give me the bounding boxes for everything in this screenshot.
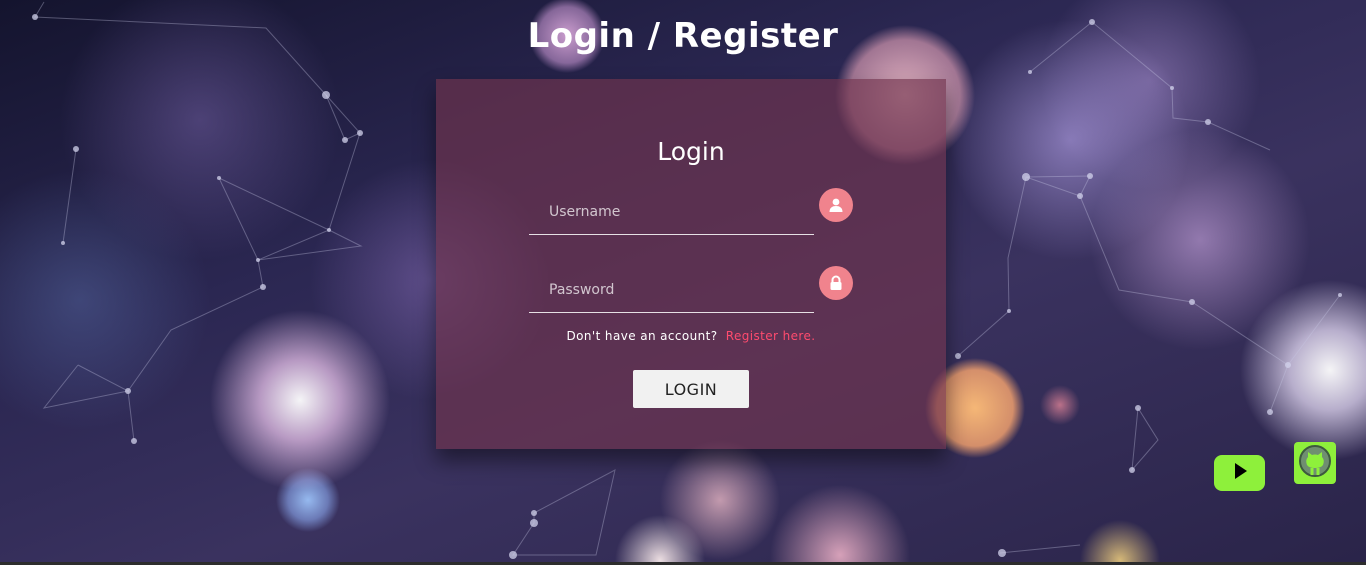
username-input[interactable] [529,189,814,234]
register-link[interactable]: Register here. [726,329,816,343]
login-card-title: Login [657,137,725,166]
login-button[interactable]: LOGIN [633,370,749,408]
youtube-icon [1230,461,1250,485]
github-icon [1298,444,1332,482]
lock-icon [819,266,853,300]
signup-prompt-text: Don't have an account? [566,329,718,343]
github-button[interactable] [1294,442,1336,484]
signup-prompt: Don't have an account? Register here. [436,329,946,343]
password-field [529,267,814,313]
youtube-button[interactable] [1214,455,1265,491]
login-card: Login Don't have an account? Register he… [436,79,946,449]
username-field [529,189,814,235]
user-icon [819,188,853,222]
password-input[interactable] [529,267,814,312]
page-title: Login / Register [527,16,839,56]
